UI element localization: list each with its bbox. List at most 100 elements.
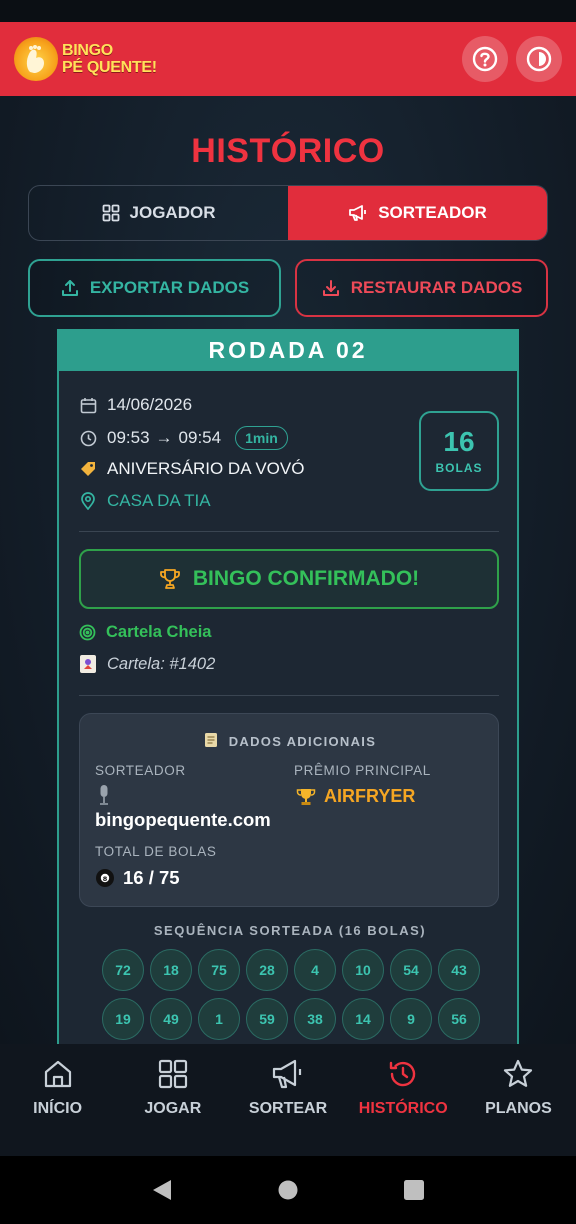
- megaphone-icon: [272, 1059, 302, 1089]
- home-icon: [44, 1060, 71, 1088]
- balls-count-box: 16 BOLAS: [419, 411, 499, 491]
- app-header: BINGO PÉ QUENTE!: [0, 22, 576, 96]
- prize-value: AIRFRYER: [324, 786, 416, 806]
- svg-text:8: 8: [103, 875, 108, 883]
- restore-data-button[interactable]: RESTAURAR DADOS: [295, 259, 548, 317]
- eight-ball-icon: 8: [96, 869, 114, 887]
- nav-planos-label: PLANOS: [485, 1100, 552, 1117]
- nav-historico[interactable]: HISTÓRICO: [346, 1058, 461, 1156]
- additional-data-panel: DADOS ADICIONAIS SORTEADOR bingopequente…: [79, 713, 499, 907]
- help-button[interactable]: [462, 36, 508, 82]
- additional-data-title: DADOS ADICIONAIS: [80, 732, 500, 751]
- drawn-ball: 54: [390, 949, 432, 991]
- system-navigation-bar: [0, 1156, 576, 1224]
- tab-jogador-label: JOGADOR: [129, 203, 216, 222]
- bottom-navigation: INÍCIO JOGAR SORTEAR HISTÓRICO PLANOS: [0, 1044, 576, 1156]
- tab-sorteador[interactable]: SORTEADOR: [288, 186, 547, 240]
- drawn-ball: 38: [294, 998, 336, 1040]
- grid-icon: [158, 1059, 187, 1089]
- status-bar: [0, 0, 576, 22]
- drawer-value: bingopequente.com: [95, 809, 271, 830]
- nav-jogar[interactable]: JOGAR: [115, 1058, 230, 1156]
- question-icon: [472, 46, 498, 72]
- contrast-icon: [526, 46, 552, 72]
- event-row: ANIVERSÁRIO DA VOVÓ: [79, 459, 304, 479]
- nav-inicio-label: INÍCIO: [33, 1100, 83, 1117]
- round-info: 14/06/2026 09:53 → 09:54 1min ANIVERSÁRI…: [79, 389, 499, 529]
- bingo-confirmed-banner: BINGO CONFIRMADO!: [79, 549, 499, 609]
- drawn-ball: 14: [342, 998, 384, 1040]
- tag-icon: [79, 460, 97, 478]
- location-pin-icon: [79, 492, 97, 510]
- time-end: 09:54: [178, 428, 222, 447]
- nav-sortear-label: SORTEAR: [248, 1100, 328, 1117]
- star-icon: [504, 1059, 533, 1087]
- export-data-button[interactable]: EXPORTAR DADOS: [28, 259, 281, 317]
- drawn-ball: 19: [102, 998, 144, 1040]
- card-number: Cartela: #1402: [107, 654, 216, 673]
- back-icon[interactable]: [151, 1178, 173, 1202]
- grid-icon: [102, 204, 119, 222]
- time-row: 09:53 → 09:54 1min: [79, 426, 288, 450]
- nav-jogar-label: JOGAR: [144, 1100, 202, 1117]
- round-title: RODADA 02: [59, 331, 517, 371]
- theme-toggle-button[interactable]: [516, 36, 562, 82]
- drawn-ball: 59: [246, 998, 288, 1040]
- download-icon: [322, 280, 339, 296]
- bingo-confirmed-label: BINGO CONFIRMADO!: [192, 567, 420, 590]
- prize-label: PRÊMIO PRINCIPAL: [294, 763, 431, 778]
- balls-label: BOLAS: [435, 461, 483, 475]
- additional-data-label: DADOS ADICIONAIS: [228, 734, 377, 749]
- upload-icon: [61, 280, 78, 296]
- joker-card-icon: [80, 655, 96, 673]
- nav-sortear[interactable]: SORTEAR: [230, 1058, 345, 1156]
- recents-icon[interactable]: [403, 1179, 425, 1201]
- microphone-icon: [97, 784, 111, 811]
- export-data-label: EXPORTAR DADOS: [89, 278, 250, 297]
- pattern-row: Cartela Cheia: [79, 623, 211, 642]
- divider: [79, 531, 499, 532]
- megaphone-icon: [349, 205, 367, 221]
- tab-jogador[interactable]: JOGADOR: [29, 186, 288, 240]
- total-balls-value: 16 / 75: [123, 867, 180, 888]
- time-start: 09:53: [107, 428, 150, 447]
- app-logo[interactable]: BINGO PÉ QUENTE!: [14, 37, 157, 81]
- divider: [79, 695, 499, 696]
- clock-icon: [79, 429, 97, 447]
- round-date: 14/06/2026: [107, 395, 193, 414]
- target-icon: [79, 624, 96, 641]
- restore-data-label: RESTAURAR DADOS: [350, 278, 523, 297]
- drawn-ball: 75: [198, 949, 240, 991]
- foot-fire-icon: [14, 37, 58, 81]
- drawn-ball: 49: [150, 998, 192, 1040]
- tab-sorteador-label: SORTEADOR: [378, 203, 487, 222]
- drawn-ball: 4: [294, 949, 336, 991]
- history-content[interactable]: HISTÓRICO JOGADOR SORTEADOR EXPORTAR DAD…: [0, 96, 576, 1044]
- drawn-ball: 10: [342, 949, 384, 991]
- logo-line-1: BINGO: [62, 42, 113, 59]
- nav-historico-label: HISTÓRICO: [358, 1100, 448, 1117]
- calendar-icon: [79, 396, 97, 414]
- event-name: ANIVERSÁRIO DA VOVÓ: [107, 459, 305, 478]
- page-title: HISTÓRICO: [191, 132, 385, 170]
- drawn-ball: 56: [438, 998, 480, 1040]
- trophy-icon: [159, 569, 180, 589]
- history-segment-control: JOGADOR SORTEADOR: [28, 185, 548, 241]
- trophy-icon: [296, 788, 316, 805]
- drawn-ball: 9: [390, 998, 432, 1040]
- nav-inicio[interactable]: INÍCIO: [0, 1058, 115, 1156]
- logo-line-2: PÉ QUENTE!: [62, 59, 157, 76]
- card-row: Cartela: #1402: [79, 654, 215, 674]
- location-name: CASA DA TIA: [107, 491, 211, 510]
- balls-count: 16: [443, 426, 475, 457]
- duration-badge: 1min: [235, 426, 288, 450]
- nav-planos[interactable]: PLANOS: [461, 1058, 576, 1156]
- date-row: 14/06/2026: [79, 395, 192, 415]
- home-circle-icon[interactable]: [277, 1179, 299, 1201]
- drawn-ball: 28: [246, 949, 288, 991]
- round-card: RODADA 02 14/06/2026 09:53 → 09:54 1min …: [57, 329, 519, 1044]
- total-balls-label: TOTAL DE BOLAS: [95, 844, 217, 859]
- total-balls-row: 8 16 / 75: [95, 867, 180, 889]
- drawn-ball: 1: [198, 998, 240, 1040]
- drawer-label: SORTEADOR: [95, 763, 186, 778]
